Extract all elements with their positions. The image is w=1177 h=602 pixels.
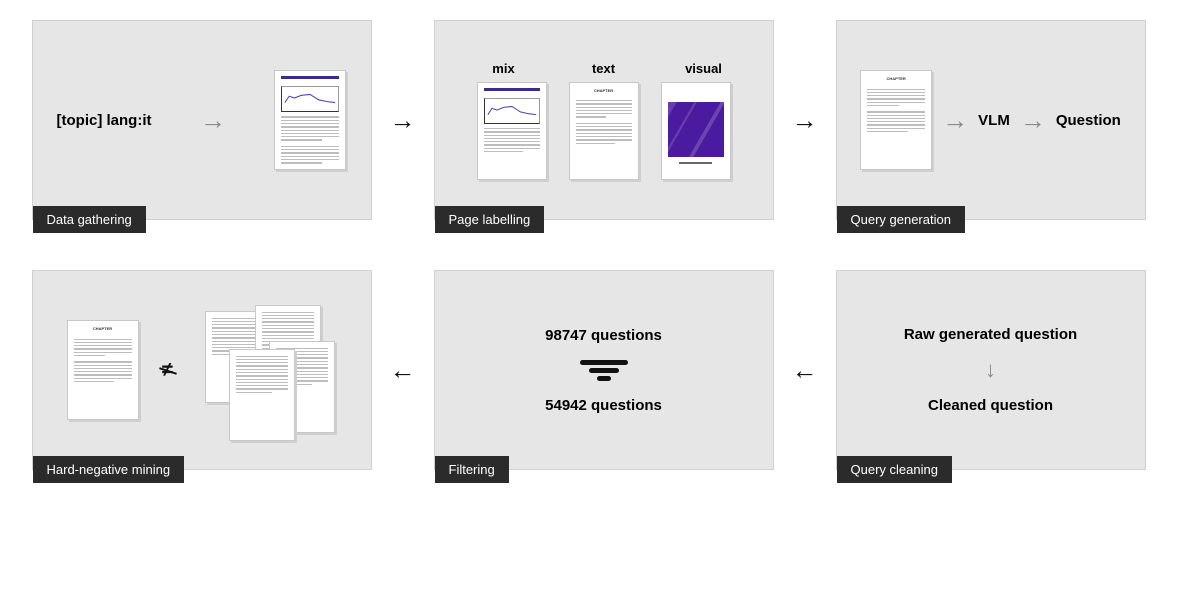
stage-label: Page labelling	[435, 206, 545, 233]
filter-icon	[580, 360, 628, 381]
document-thumbnail	[274, 70, 346, 170]
stage-hard-negative-mining: CHAPTER ≠ Hard-negative mining	[32, 270, 372, 470]
stage-page-labelling: mix text visual CHAPTER	[434, 20, 774, 220]
stage-label: Query cleaning	[837, 456, 952, 483]
filter-before-count: 98747 questions	[545, 327, 662, 344]
page-type-text: text	[565, 61, 643, 76]
arrow-right-icon: →	[200, 105, 226, 136]
stage-filtering: 98747 questions 54942 questions Filterin…	[434, 270, 774, 470]
search-query-text: [topic] lang:it	[57, 112, 152, 129]
vlm-text: VLM	[978, 112, 1010, 129]
stage-label: Filtering	[435, 456, 509, 483]
arrow-left-icon: ←	[792, 355, 818, 386]
arrow-right-icon: →	[1020, 105, 1046, 136]
page-type-mix: mix	[465, 61, 543, 76]
question-text: Question	[1056, 112, 1121, 129]
arrow-left-icon: ←	[390, 355, 416, 386]
stage-label: Data gathering	[33, 206, 146, 233]
raw-question-text: Raw generated question	[904, 326, 1077, 343]
stage-data-gathering: [topic] lang:it → Data gathering	[32, 20, 372, 220]
cleaned-question-text: Cleaned question	[928, 397, 1053, 414]
stage-label: Hard-negative mining	[33, 456, 185, 483]
stage-query-cleaning: Raw generated question ↓ Cleaned questio…	[836, 270, 1146, 470]
arrow-down-icon: ↓	[985, 357, 996, 383]
page-type-visual: visual	[665, 61, 743, 76]
stage-label: Query generation	[837, 206, 965, 233]
filter-after-count: 54942 questions	[545, 397, 662, 414]
stage-query-generation: CHAPTER → VLM → Question Query generatio…	[836, 20, 1146, 220]
doc-thumb-query: CHAPTER	[67, 320, 139, 420]
hard-negative-docs	[197, 305, 337, 435]
arrow-right-icon: →	[390, 105, 416, 136]
doc-thumb-mix	[477, 82, 547, 180]
arrow-right-icon: →	[942, 105, 968, 136]
doc-thumb-text: CHAPTER	[569, 82, 639, 180]
not-equal-icon: ≠	[157, 359, 179, 382]
doc-thumb-input: CHAPTER	[860, 70, 932, 170]
doc-thumb-visual	[661, 82, 731, 180]
arrow-right-icon: →	[792, 105, 818, 136]
